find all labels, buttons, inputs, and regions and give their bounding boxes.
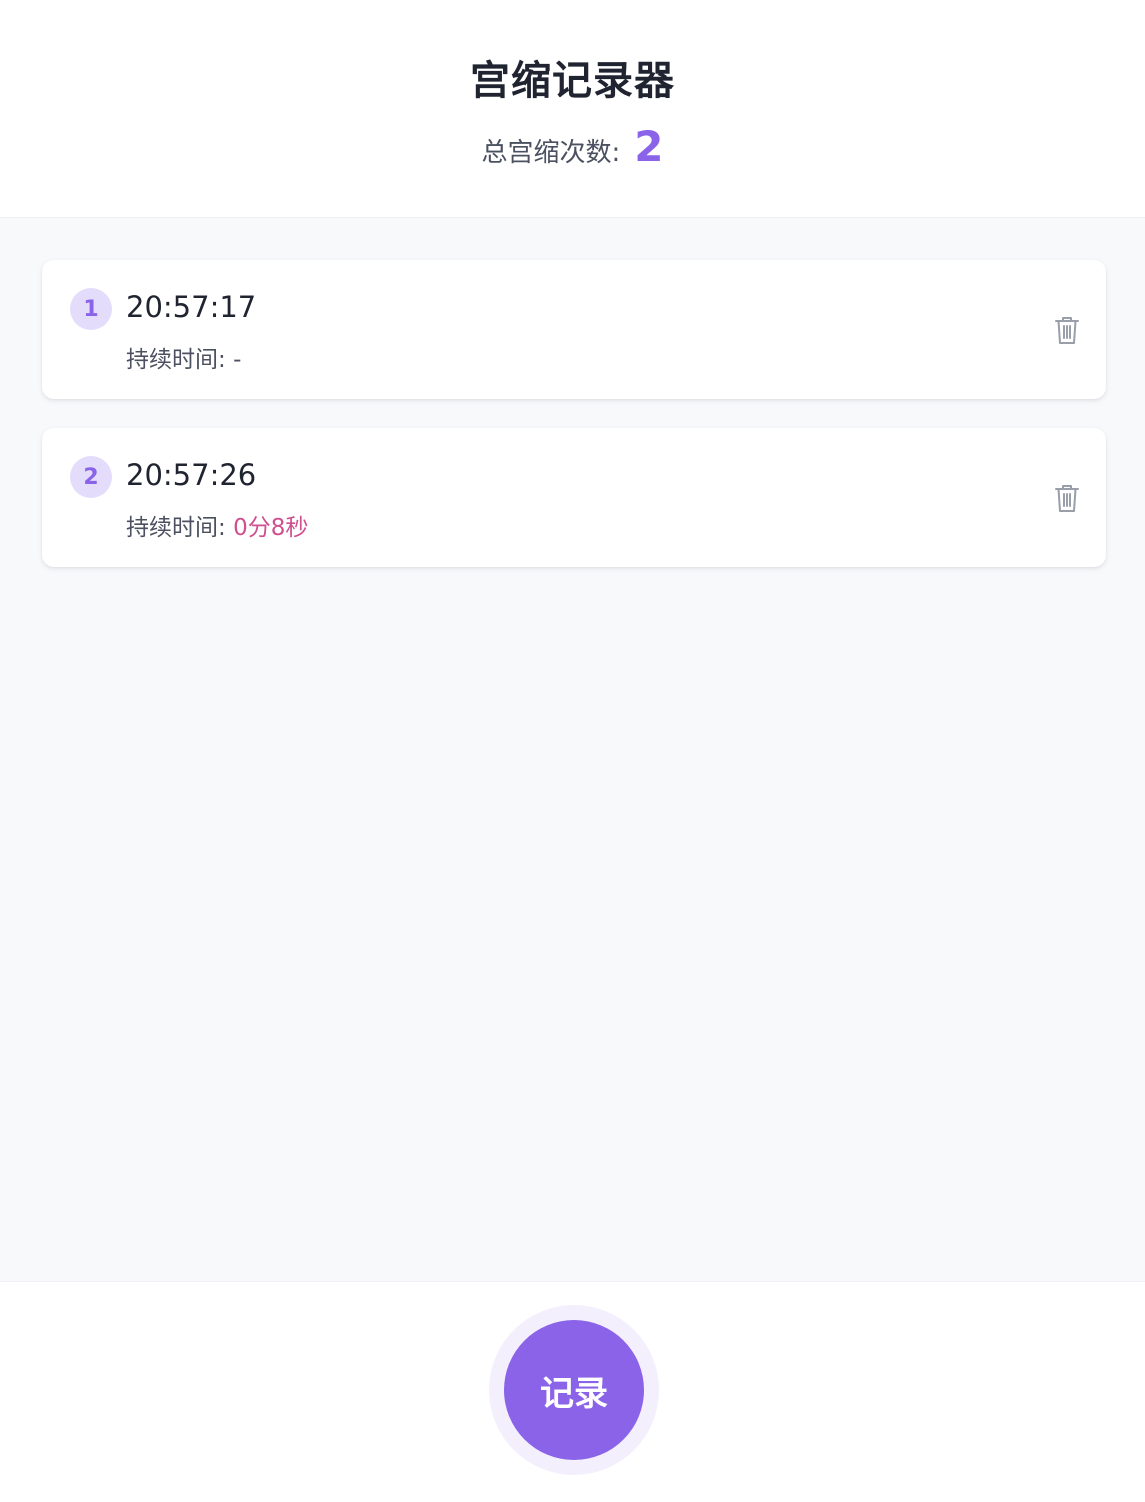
- header: 宫缩记录器 总宫缩次数: 2: [0, 0, 1145, 218]
- footer: 记录: [0, 1281, 1145, 1502]
- total-count-value: 2: [634, 122, 664, 171]
- duration-label: 持续时间:: [126, 347, 226, 373]
- contraction-record: 1 20:57:17 持续时间: -: [42, 260, 1106, 399]
- total-count-label: 总宫缩次数:: [481, 138, 621, 168]
- delete-record-button[interactable]: [1054, 315, 1080, 345]
- duration-label: 持续时间:: [126, 515, 226, 541]
- contraction-record: 2 20:57:26 持续时间: 0分8秒: [42, 428, 1106, 567]
- record-button-ring: 记录: [489, 1305, 659, 1475]
- record-index-badge: 2: [70, 456, 112, 498]
- record-time: 20:57:17: [126, 290, 257, 324]
- total-count: 总宫缩次数: 2: [0, 122, 1145, 171]
- record-time: 20:57:26: [126, 458, 257, 492]
- delete-record-button[interactable]: [1054, 483, 1080, 513]
- duration-value: 0分8秒: [233, 515, 309, 541]
- contraction-list: 1 20:57:17 持续时间: - 2 20:57:26 持续时间: 0分8秒: [42, 260, 1106, 596]
- record-index-badge: 1: [70, 288, 112, 330]
- page-title: 宫缩记录器: [470, 58, 675, 104]
- trash-icon: [1055, 485, 1079, 512]
- record-button[interactable]: 记录: [504, 1320, 644, 1460]
- duration-value: -: [233, 347, 242, 373]
- record-duration: 持续时间: 0分8秒: [126, 508, 308, 542]
- trash-icon: [1055, 317, 1079, 344]
- app-root: 宫缩记录器 总宫缩次数: 2 1 20:57:17 持续时间: - 2 20:5…: [0, 0, 1145, 1502]
- record-duration: 持续时间: -: [126, 340, 241, 374]
